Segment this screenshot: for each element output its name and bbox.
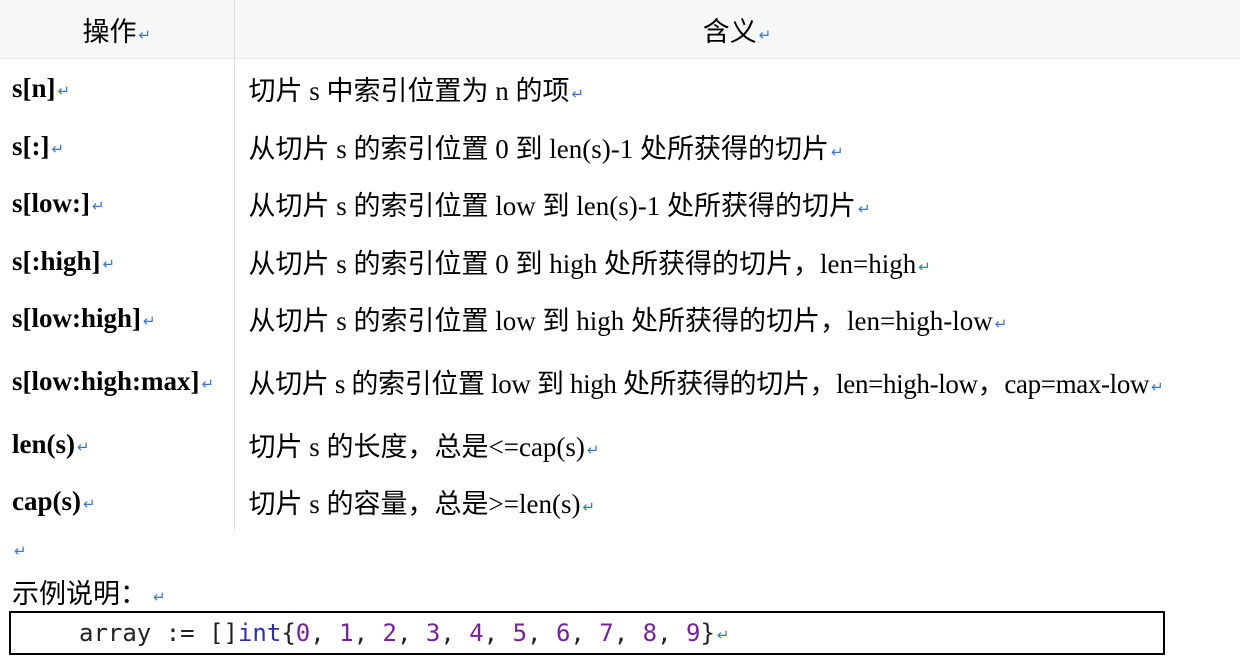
paragraph-mark-icon: ↵ bbox=[57, 81, 71, 100]
paragraph-mark-icon: ↵ bbox=[83, 495, 96, 513]
paragraph-mark-icon: ↵ bbox=[582, 498, 596, 516]
op-cell: cap(s) ↵ bbox=[0, 473, 235, 530]
paragraph-mark-icon: ↵ bbox=[51, 139, 65, 158]
meaning-cell: 从切片 s 的索引位置 0 到 len(s)-1 处所获得的切片 ↵ bbox=[248, 133, 844, 164]
code-number: 8 bbox=[642, 619, 658, 647]
paragraph-mark-icon: ↵ bbox=[14, 542, 27, 560]
paragraph-mark-icon: ↵ bbox=[994, 315, 1008, 333]
paragraph-mark-icon: ↵ bbox=[138, 25, 152, 44]
op-cell: s[low:high:max] ↵ bbox=[0, 347, 235, 416]
table-row: cap(s) ↵ 切片 s 的容量，总是>=len(s) ↵ bbox=[0, 473, 1240, 530]
table-row: s[low:] ↵ 从切片 s 的索引位置 low 到 len(s)-1 处所获得… bbox=[0, 174, 1240, 233]
code-block: array := []int{0, 1, 2, 3, 4, 5, 6, 7, 8… bbox=[9, 611, 1165, 655]
paragraph-mark-icon: ↵ bbox=[830, 142, 844, 161]
code-number: 7 bbox=[599, 619, 614, 647]
op-cell: s[:] ↵ bbox=[0, 117, 235, 175]
code-number: 9 bbox=[686, 619, 701, 647]
operations-table: 操作 ↵ 含义 ↵ s[n] ↵ 切片 s 中索引位置为 n 的项 ↵ s[:] ↵ 从切… bbox=[0, 0, 1240, 530]
table-row: s[n] ↵ 切片 s 中索引位置为 n 的项 ↵ bbox=[0, 58, 1240, 118]
code-number: 4 bbox=[469, 619, 484, 647]
paragraph-mark-icon: ↵ bbox=[201, 375, 215, 393]
code-type-prefix: [] bbox=[209, 619, 238, 647]
paragraph-mark-icon: ↵ bbox=[586, 441, 600, 459]
meaning-cell: 切片 s 的长度，总是<=cap(s) ↵ bbox=[248, 432, 600, 462]
code-number: 5 bbox=[512, 619, 528, 647]
op-cell: s[:high] ↵ bbox=[0, 232, 235, 290]
table-row: len(s) ↵ 切片 s 的长度，总是<=cap(s) ↵ bbox=[0, 415, 1240, 474]
op-cell: s[low:high] ↵ bbox=[0, 289, 235, 348]
paragraph-mark-icon: ↵ bbox=[91, 197, 105, 215]
table-row: s[:high] ↵ 从切片 s 的索引位置 0 到 high 处所获得的切片，l… bbox=[0, 232, 1240, 290]
paragraph-mark-icon: ↵ bbox=[758, 25, 772, 44]
paragraph-mark-icon: ↵ bbox=[716, 626, 730, 644]
meaning-cell: 切片 s 的容量，总是>=len(s) ↵ bbox=[248, 489, 596, 519]
meaning-cell: 从切片 s 的索引位置 low 到 high 处所获得的切片，len=high-… bbox=[248, 306, 1008, 336]
paragraph-mark-icon: ↵ bbox=[571, 84, 585, 103]
meaning-cell: 从切片 s 的索引位置 low 到 high 处所获得的切片，len=high-… bbox=[248, 369, 1164, 399]
code-number: 2 bbox=[382, 619, 397, 647]
paragraph-mark-icon: ↵ bbox=[77, 438, 90, 456]
paragraph-mark-icon: ↵ bbox=[857, 200, 871, 218]
empty-paragraph: ↵ bbox=[12, 533, 27, 564]
meaning-cell: 切片 s 中索引位置为 n 的项 ↵ bbox=[248, 75, 585, 106]
code-number: 1 bbox=[339, 619, 354, 647]
paragraph-mark-icon: ↵ bbox=[918, 257, 931, 276]
table-row: s[:] ↵ 从切片 s 的索引位置 0 到 len(s)-1 处所获得的切片 ↵ bbox=[0, 117, 1240, 175]
code-number: 3 bbox=[425, 619, 441, 647]
code-number: 6 bbox=[555, 619, 571, 647]
op-cell: s[n] ↵ bbox=[0, 58, 235, 118]
paragraph-mark-icon: ↵ bbox=[143, 312, 156, 330]
meaning-cell: 从切片 s 的索引位置 0 到 high 处所获得的切片，len=high ↵ bbox=[248, 248, 931, 279]
header-operation: 操作 ↵ bbox=[0, 0, 235, 59]
table-row: s[low:high] ↵ 从切片 s 的索引位置 low 到 high 处所获得… bbox=[0, 289, 1240, 348]
code-number: 0 bbox=[295, 619, 311, 647]
paragraph-mark-icon: ↵ bbox=[102, 254, 116, 273]
op-cell: s[low:] ↵ bbox=[0, 174, 235, 233]
op-cell: len(s) ↵ bbox=[0, 415, 235, 474]
example-label: 示例说明： ↵ bbox=[12, 579, 166, 609]
table-row: s[low:high:max] ↵ 从切片 s 的索引位置 low 到 high … bbox=[0, 347, 1240, 416]
code-keyword: int bbox=[237, 619, 282, 647]
header-meaning: 含义 ↵ bbox=[234, 0, 1240, 59]
table-header-row: 操作 ↵ 含义 ↵ bbox=[0, 0, 1240, 59]
meaning-cell: 从切片 s 的索引位置 low 到 len(s)-1 处所获得的切片 ↵ bbox=[248, 191, 871, 221]
paragraph-mark-icon: ↵ bbox=[153, 588, 166, 606]
code-operator: := bbox=[165, 619, 195, 647]
paragraph-mark-icon: ↵ bbox=[1151, 378, 1164, 396]
code-identifier: array bbox=[79, 619, 152, 647]
